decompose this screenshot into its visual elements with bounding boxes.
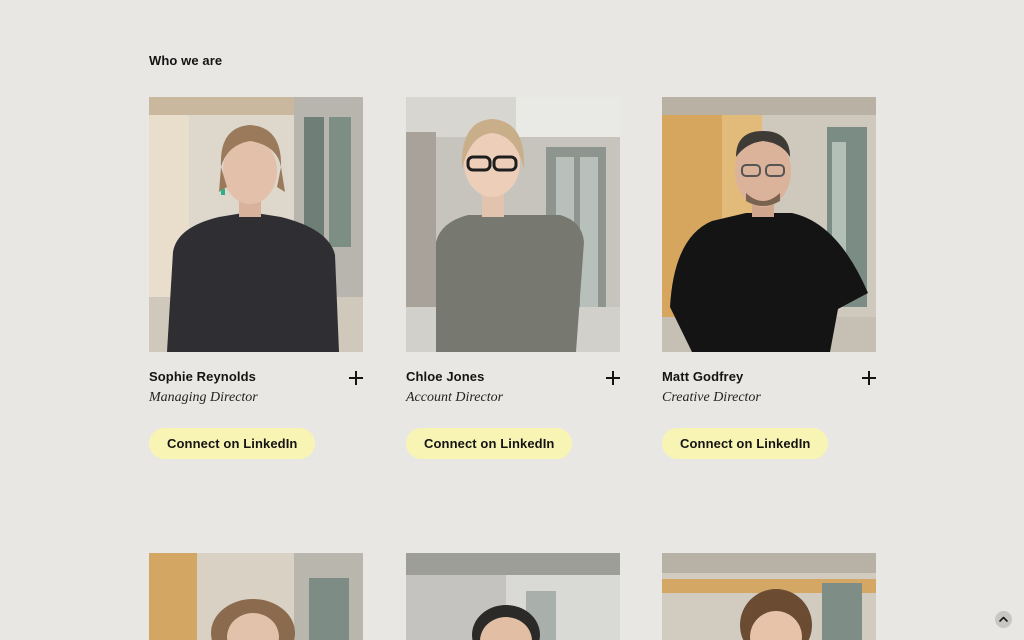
- plus-icon[interactable]: [862, 371, 876, 385]
- plus-icon[interactable]: [606, 371, 620, 385]
- team-card-lower-2: [406, 553, 620, 640]
- team-photo: [662, 553, 876, 640]
- team-photo: [406, 553, 620, 640]
- team-photo: [406, 97, 620, 352]
- plus-icon[interactable]: [349, 371, 363, 385]
- team-card-lower-1: [149, 553, 363, 640]
- chevron-up-icon: [999, 616, 1008, 622]
- team-card-sophie-reynolds: Sophie Reynolds Managing Director Connec…: [149, 97, 363, 477]
- member-name: Matt Godfrey: [662, 369, 744, 384]
- section-label: Who we are: [149, 53, 223, 68]
- team-card-lower-3: [662, 553, 876, 640]
- team-photo: [149, 97, 363, 352]
- connect-linkedin-button[interactable]: Connect on LinkedIn: [406, 428, 573, 459]
- team-card-chloe-jones: Chloe Jones Account Director Connect on …: [406, 97, 620, 477]
- member-name: Sophie Reynolds: [149, 369, 256, 384]
- member-name: Chloe Jones: [406, 369, 485, 384]
- scroll-to-top-button[interactable]: [995, 611, 1012, 628]
- member-role: Managing Director: [149, 390, 258, 405]
- member-role: Account Director: [406, 390, 504, 405]
- connect-linkedin-button[interactable]: Connect on LinkedIn: [149, 428, 316, 459]
- member-role: Creative Director: [662, 390, 761, 405]
- team-photo: [149, 553, 363, 640]
- team-photo: [662, 97, 876, 352]
- connect-linkedin-button[interactable]: Connect on LinkedIn: [662, 428, 829, 459]
- team-card-matt-godfrey: Matt Godfrey Creative Director Connect o…: [662, 97, 876, 477]
